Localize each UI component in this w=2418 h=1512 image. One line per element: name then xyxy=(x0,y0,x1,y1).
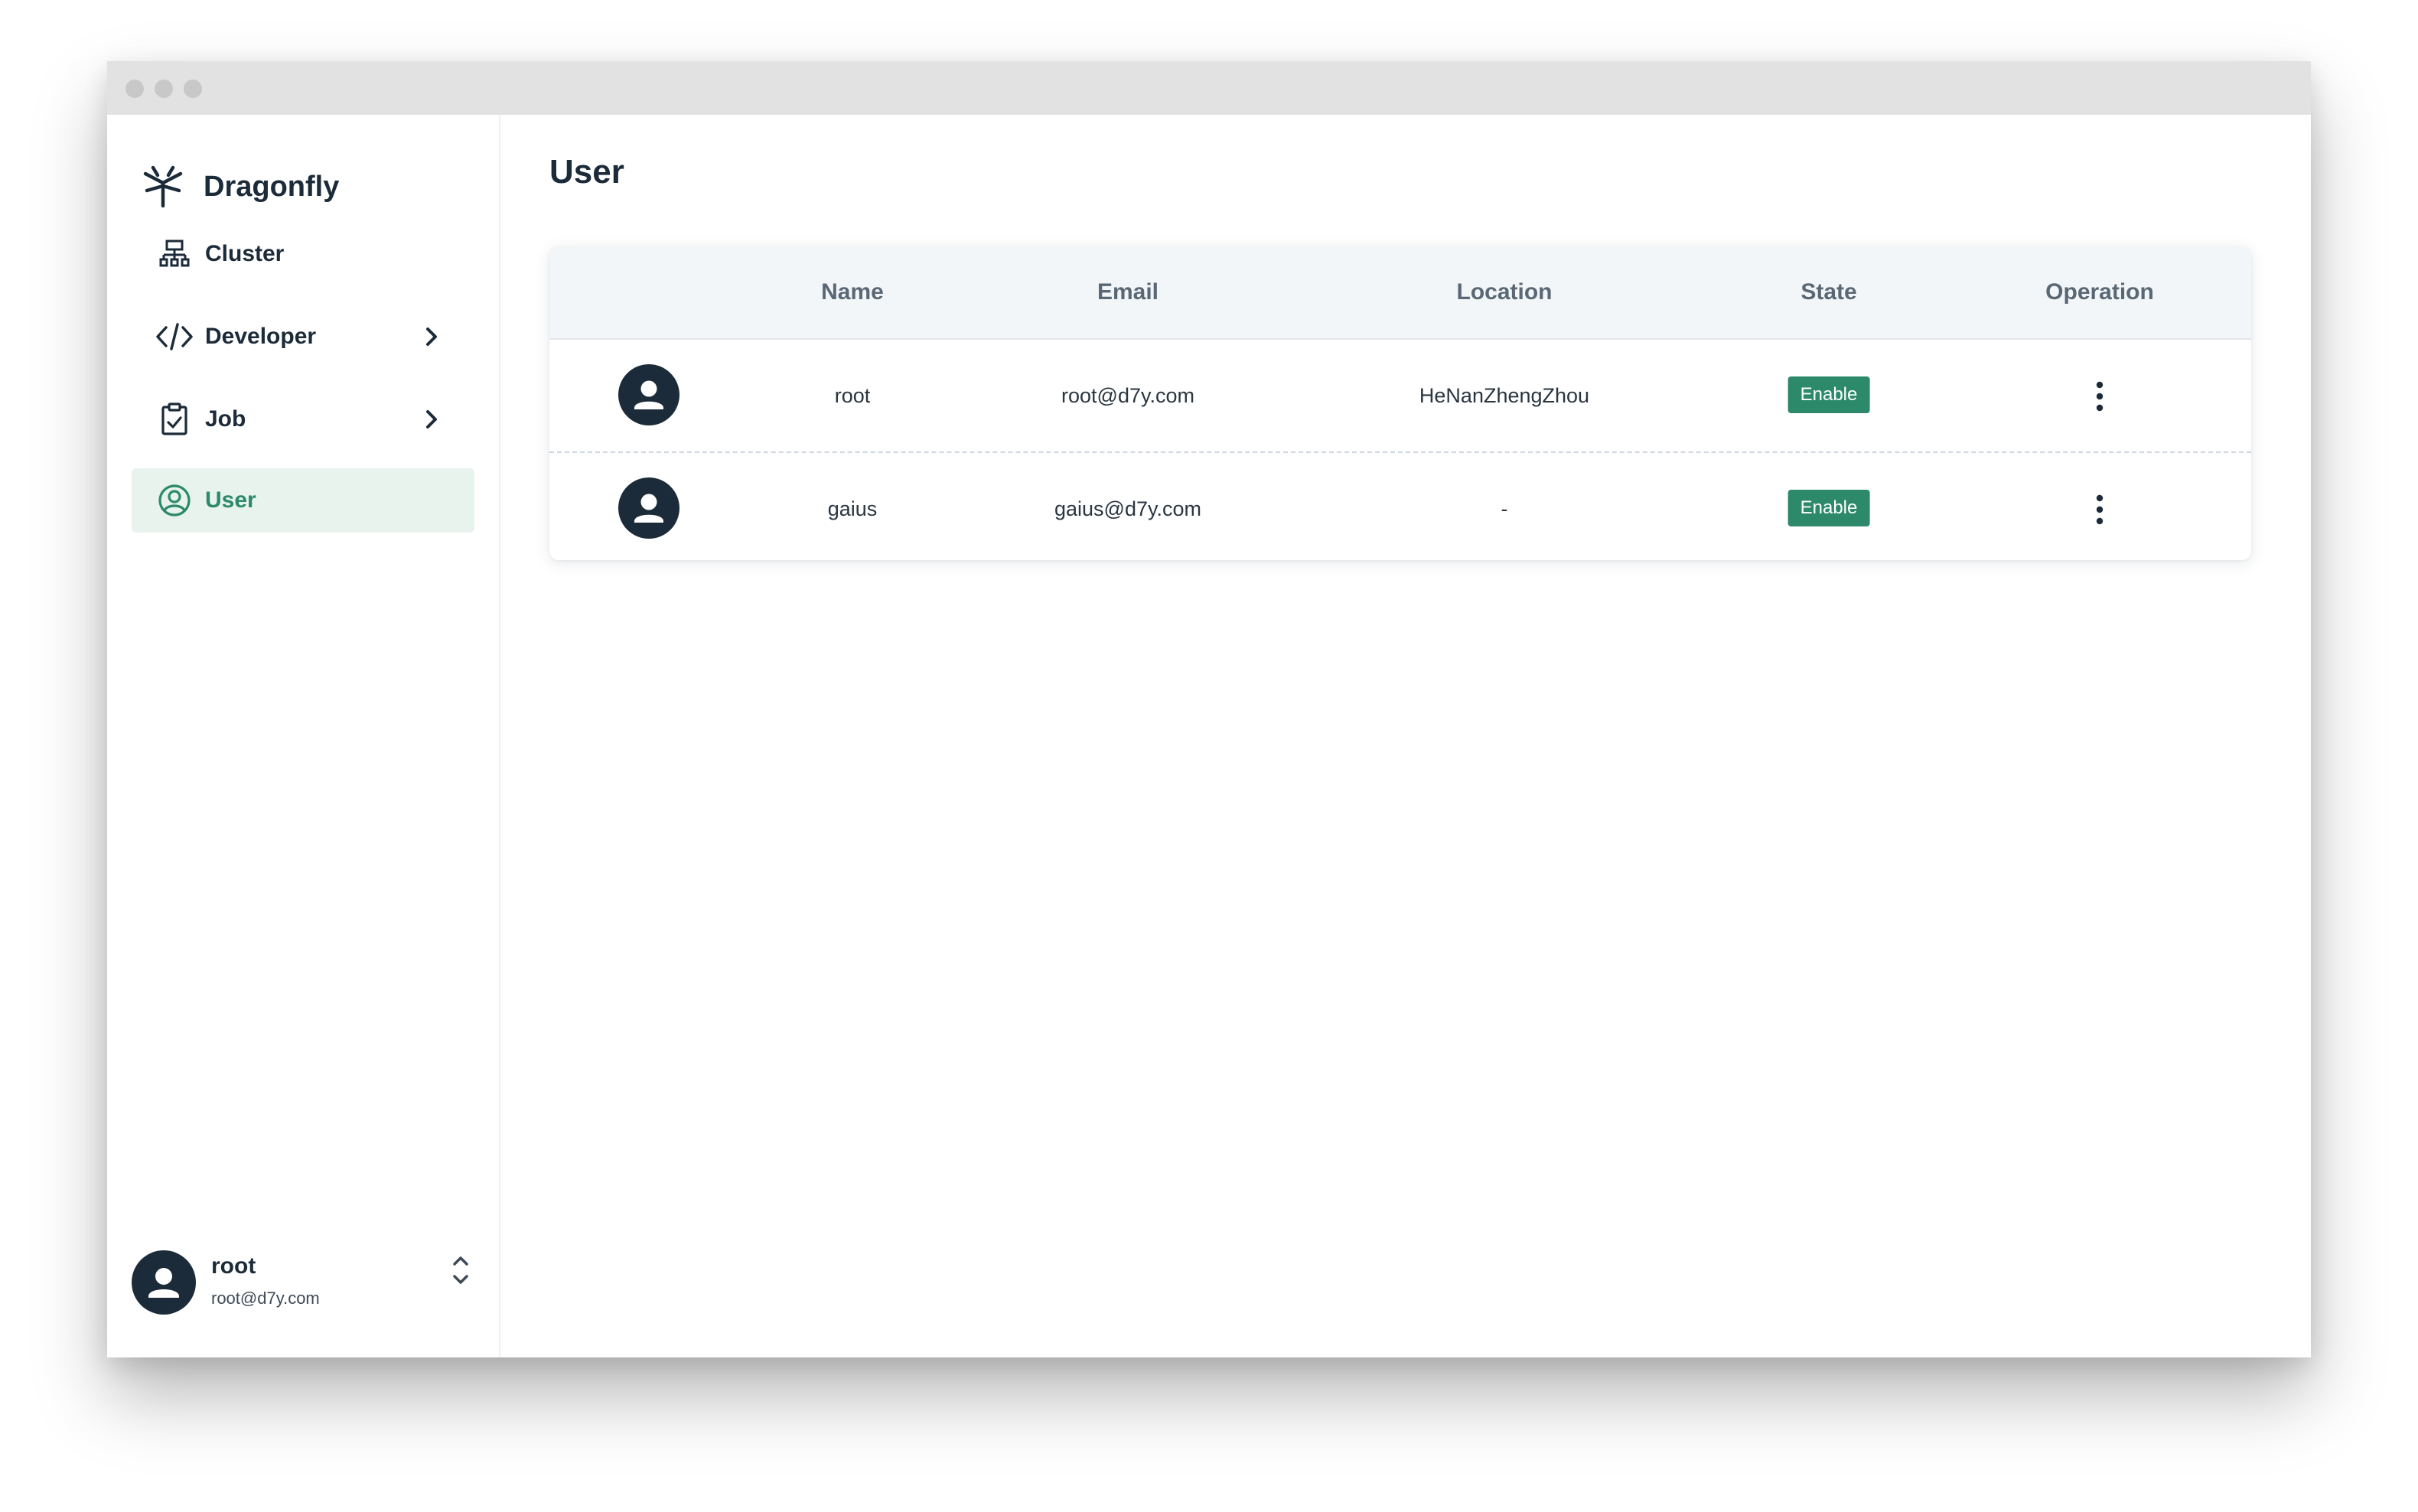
person-icon xyxy=(634,494,663,523)
cluster-icon xyxy=(156,236,193,272)
more-options-icon[interactable] xyxy=(2084,380,2115,413)
cell-location: HeNanZhengZhou xyxy=(1419,384,1590,407)
brand-name: Dragonfly xyxy=(204,170,340,203)
column-header-location[interactable]: Location xyxy=(1457,246,1553,338)
sidebar-item-user[interactable]: User xyxy=(132,468,474,533)
sidebar-item-job[interactable]: Job xyxy=(132,387,474,451)
chevron-up-down-icon[interactable] xyxy=(447,1252,474,1289)
avatar xyxy=(132,1250,196,1315)
chevron-right-icon xyxy=(426,410,437,429)
cell-name: root xyxy=(834,384,871,407)
column-header-operation: Operation xyxy=(2045,279,2154,305)
user-circle-icon xyxy=(156,482,193,519)
page-title: User xyxy=(549,153,624,191)
window-maximize-dot[interactable] xyxy=(184,80,202,98)
more-options-icon[interactable] xyxy=(2084,493,2115,526)
current-user-menu[interactable]: root root@d7y.com xyxy=(132,1250,474,1319)
table-row: root root@d7y.com HeNanZhengZhou Enable xyxy=(549,340,2251,453)
dragonfly-logo-icon xyxy=(143,165,183,208)
cell-email: gaius@d7y.com xyxy=(1054,497,1201,520)
window-titlebar xyxy=(107,61,2311,115)
code-icon xyxy=(156,318,193,355)
chevron-right-icon xyxy=(426,327,437,346)
user-table: Name Email Location State Operation root… xyxy=(549,246,2251,560)
brand[interactable]: Dragonfly xyxy=(141,162,339,211)
sidebar-item-developer[interactable]: Developer xyxy=(132,305,474,369)
cell-email: root@d7y.com xyxy=(1061,384,1194,407)
cell-location: - xyxy=(1501,497,1508,520)
avatar xyxy=(618,477,679,539)
status-badge: Enable xyxy=(1787,376,1870,413)
sidebar: Dragonfly Cluster Developer Job User roo… xyxy=(107,115,500,1357)
sidebar-item-label: User xyxy=(205,487,256,513)
avatar xyxy=(618,364,679,425)
window-minimize-dot[interactable] xyxy=(155,80,173,98)
sidebar-item-label: Developer xyxy=(205,324,317,349)
current-user-name: root xyxy=(211,1253,256,1279)
cell-name: gaius xyxy=(827,497,878,520)
sidebar-item-cluster[interactable]: Cluster xyxy=(132,222,474,286)
sidebar-item-label: Cluster xyxy=(205,241,285,266)
table-header: Name Email Location State Operation xyxy=(549,246,2251,340)
current-user-email: root@d7y.com xyxy=(211,1289,320,1308)
main-content: User Name Email Location State Operation… xyxy=(500,115,2311,1357)
table-row: gaius gaius@d7y.com - Enable xyxy=(549,453,2251,560)
status-badge: Enable xyxy=(1787,490,1870,526)
column-header-state[interactable]: State xyxy=(1800,246,1856,338)
clipboard-icon xyxy=(156,401,193,438)
person-icon xyxy=(148,1268,179,1298)
person-icon xyxy=(634,380,663,409)
sidebar-item-label: Job xyxy=(205,406,246,432)
browser-window: Dragonfly Cluster Developer Job User roo… xyxy=(107,61,2311,1357)
column-header-email[interactable]: Email xyxy=(1097,246,1158,338)
column-header-name[interactable]: Name xyxy=(821,246,884,338)
window-close-dot[interactable] xyxy=(125,80,144,98)
